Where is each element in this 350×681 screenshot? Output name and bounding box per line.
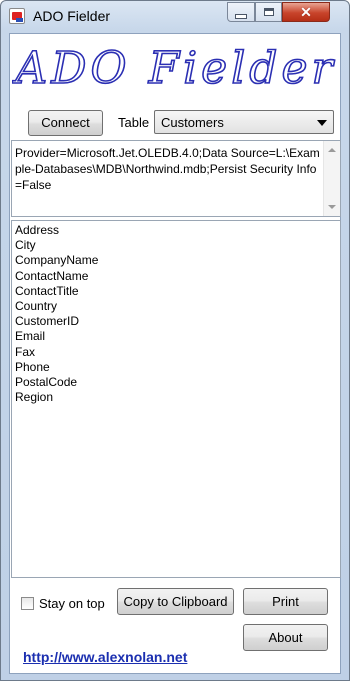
close-icon: ✕: [300, 4, 312, 20]
table-select-value: Customers: [161, 115, 224, 130]
list-item[interactable]: Country: [15, 299, 340, 314]
list-item[interactable]: PostalCode: [15, 375, 340, 390]
connect-button[interactable]: Connect: [28, 110, 103, 136]
print-button[interactable]: Print: [243, 588, 328, 615]
dropdown-arrow-icon: [317, 120, 327, 126]
list-item[interactable]: ContactTitle: [15, 284, 340, 299]
connection-string-box[interactable]: Provider=Microsoft.Jet.OLEDB.4.0;Data So…: [11, 140, 341, 217]
stay-on-top-label[interactable]: Stay on top: [39, 596, 105, 611]
stay-on-top-checkbox[interactable]: [21, 597, 34, 610]
copy-to-clipboard-button[interactable]: Copy to Clipboard: [117, 588, 234, 615]
banner-logo: ADO Fielder: [12, 42, 337, 95]
list-item[interactable]: ContactName: [15, 269, 340, 284]
maximize-button[interactable]: [255, 2, 282, 22]
connection-scrollbar[interactable]: [323, 141, 340, 216]
connection-string-text: Provider=Microsoft.Jet.OLEDB.4.0;Data So…: [15, 146, 320, 192]
scroll-up-icon[interactable]: [328, 148, 336, 152]
about-button[interactable]: About: [243, 624, 328, 651]
table-select[interactable]: Customers: [154, 110, 334, 134]
minimize-button[interactable]: [227, 2, 255, 22]
title-bar[interactable]: ADO Fielder ✕: [1, 1, 349, 33]
field-list[interactable]: Address City CompanyName ContactName Con…: [11, 220, 341, 578]
list-item[interactable]: Email: [15, 329, 340, 344]
minimize-icon: [235, 13, 247, 19]
scroll-down-icon[interactable]: [328, 205, 336, 209]
website-link[interactable]: http://www.alexnolan.net: [23, 649, 187, 665]
list-item[interactable]: City: [15, 238, 340, 253]
list-item[interactable]: Phone: [15, 360, 340, 375]
app-icon[interactable]: [9, 8, 25, 24]
maximize-icon: [263, 8, 274, 16]
list-item[interactable]: Region: [15, 390, 340, 405]
window-title: ADO Fielder: [33, 8, 111, 24]
list-item[interactable]: CustomerID: [15, 314, 340, 329]
banner-text: ADO Fielder: [12, 43, 337, 94]
close-button[interactable]: ✕: [282, 2, 330, 22]
list-item[interactable]: CompanyName: [15, 253, 340, 268]
table-label: Table: [118, 115, 150, 130]
app-window: ADO Fielder ✕ ADO Fielder Connect Table …: [0, 0, 350, 681]
list-item[interactable]: Fax: [15, 345, 340, 360]
list-item[interactable]: Address: [15, 223, 340, 238]
